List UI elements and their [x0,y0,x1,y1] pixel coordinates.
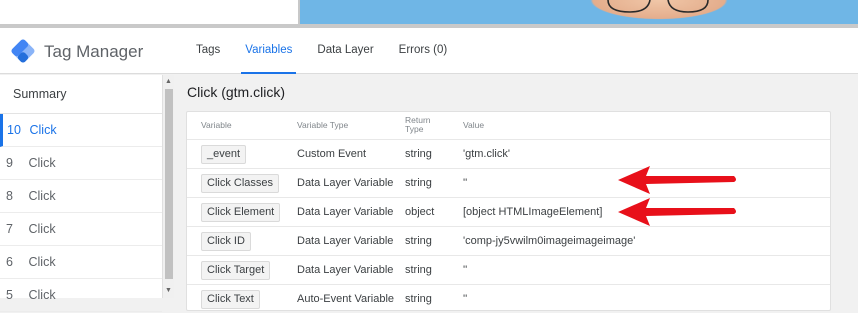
sidebar-item-summary[interactable]: Summary [0,75,162,114]
event-label: Click [28,189,56,203]
tab-variables[interactable]: Variables [241,28,297,74]
event-label: Click [28,288,56,302]
table-row: Click Text Auto-Event Variable string '' [187,284,830,313]
column-header-value: Value [463,120,485,130]
sidebar-scrollbar[interactable]: ▲ ▼ [162,75,174,298]
variable-name-chip: Click Element [201,203,281,222]
value-cell: 'gtm.click' [463,148,510,160]
event-sidebar: Summary 10 Click 9 Click 8 Click 7 Click… [0,75,174,312]
column-header-variable: Variable [201,120,232,130]
event-label: Click [28,222,56,236]
column-header-variable-type: Variable Type [297,120,349,130]
return-type-cell: string [405,293,432,305]
event-title: Click (gtm.click) [187,84,285,100]
value-cell: '' [463,293,468,305]
event-number: 6 [6,255,13,269]
tab-bar: Tags Variables Data Layer Errors (0) [196,28,472,74]
variable-type-cell: Auto-Event Variable [297,293,395,305]
event-label: Click [29,123,57,137]
variable-name-chip: _event [201,145,247,164]
return-type-cell: string [405,148,432,160]
value-cell: 'comp-jy5vwilm0imageimageimage' [463,235,636,247]
event-number: 5 [6,288,13,302]
return-type-cell: string [405,177,432,189]
value-cell: [object HTMLImageElement] [463,206,603,218]
scroll-down-arrow-icon[interactable]: ▼ [163,286,174,296]
column-header-return-line-2: Type [405,124,424,134]
value-cell: '' [463,264,468,276]
event-number: 10 [7,123,21,137]
tab-tags[interactable]: Tags [196,28,220,74]
event-label: Click [28,255,56,269]
variable-name-chip: Click Target [201,261,271,280]
sidebar-event-item[interactable]: 7 Click [0,213,162,246]
variable-type-cell: Data Layer Variable [297,206,394,218]
table-row: Click ID Data Layer Variable string 'com… [187,226,830,255]
sidebar-event-item[interactable]: 10 Click [0,114,162,147]
sidebar-event-item[interactable]: 9 Click [0,147,162,180]
variable-type-cell: Data Layer Variable [297,235,394,247]
return-type-cell: string [405,264,432,276]
tag-assistant-header: Tag Manager Tags Variables Data Layer Er… [0,28,858,74]
tab-data-layer[interactable]: Data Layer [317,28,373,74]
annotation-arrow-icon [618,198,736,226]
table-row: Click Target Data Layer Variable string … [187,255,830,284]
tag-manager-logo-icon [11,39,35,63]
variable-name-chip: Click Text [201,290,260,309]
event-label: Click [28,156,56,170]
column-header-return-type: Return Type [405,116,431,134]
sidebar-event-item[interactable]: 5 Click [0,279,162,312]
variable-type-cell: Data Layer Variable [297,177,394,189]
app-title: Tag Manager [44,42,144,61]
scroll-up-arrow-icon[interactable]: ▲ [163,77,174,87]
sidebar-event-item[interactable]: 8 Click [0,180,162,213]
main-panel: Click (gtm.click) Variable Variable Type… [176,75,858,311]
return-type-cell: object [405,206,435,218]
variable-name-chip: Click ID [201,232,251,251]
value-cell: '' [463,177,468,189]
return-type-cell: string [405,235,432,247]
annotation-arrow-icon [618,166,736,194]
variable-type-cell: Data Layer Variable [297,264,394,276]
variable-type-cell: Custom Event [297,148,367,160]
sidebar-event-item[interactable]: 6 Click [0,246,162,279]
event-number: 8 [6,189,13,203]
event-number: 9 [6,156,13,170]
variable-name-chip: Click Classes [201,174,280,193]
website-preview-strip [0,0,858,28]
scrollbar-thumb[interactable] [165,89,173,279]
event-number: 7 [6,222,13,236]
portrait-glasses-graphic [607,0,709,13]
tab-errors[interactable]: Errors (0) [399,28,448,74]
event-list: Summary 10 Click 9 Click 8 Click 7 Click… [0,75,162,312]
